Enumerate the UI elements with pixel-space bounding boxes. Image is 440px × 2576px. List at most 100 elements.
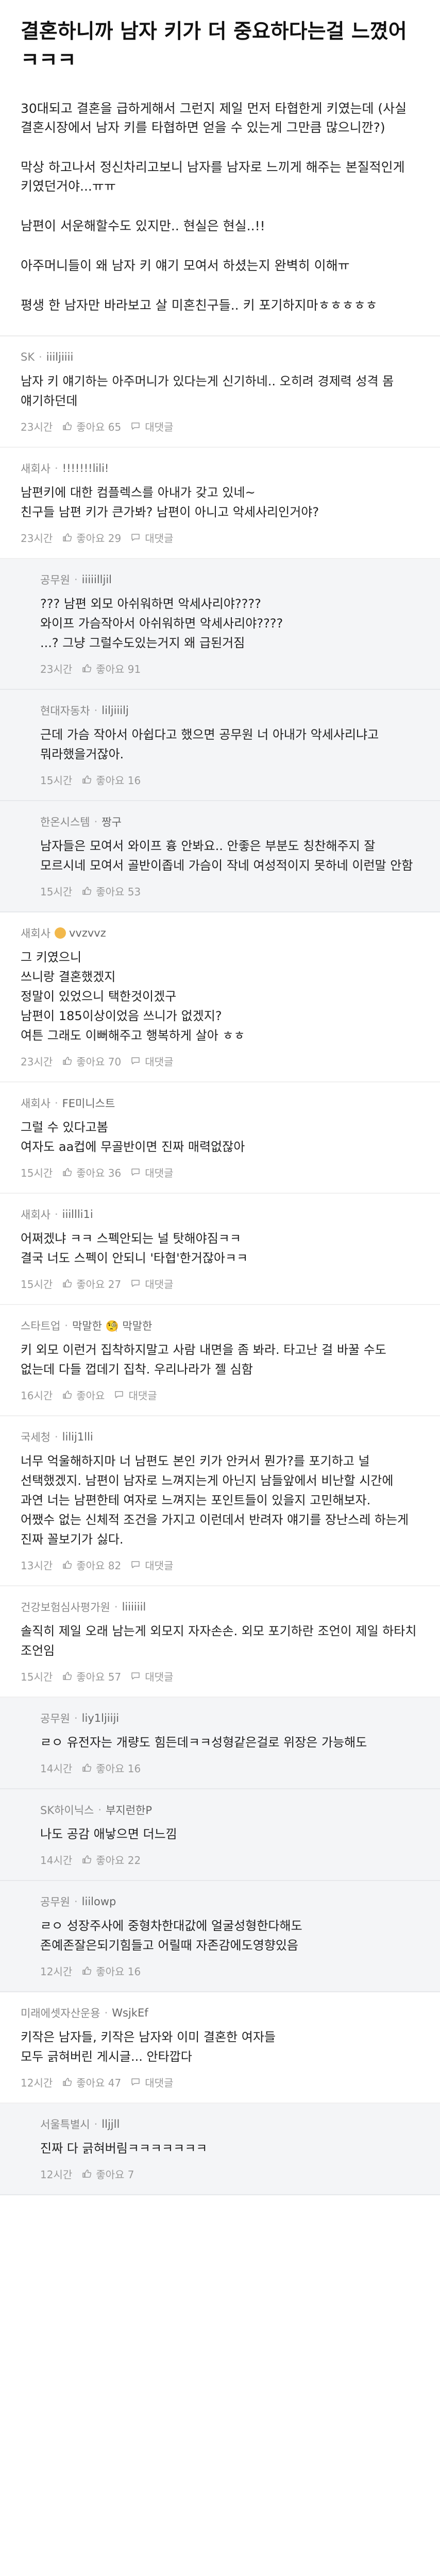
like-button[interactable]: 좋아요 22 <box>81 1852 141 1867</box>
like-button[interactable]: 좋아요 29 <box>62 530 121 545</box>
like-button[interactable]: 좋아요 16 <box>81 1963 141 1978</box>
comment-meta: 12시간 좋아요 47 대댓글 <box>21 2075 419 2089</box>
reply-button[interactable]: 대댓글 <box>130 1276 173 1291</box>
comment-text: 너무 억울해하지마 너 남편도 본인 키가 안커서 뭔가?를 포기하고 널 선택… <box>21 1454 409 1547</box>
reply-button[interactable]: 대댓글 <box>130 419 173 434</box>
author-nickname: iiiiilljil <box>81 573 112 586</box>
comment-text: 근데 가슴 작아서 아쉽다고 했으면 공무원 너 아내가 악세사리냐고 뭐라했을… <box>40 727 383 761</box>
like-count: 좋아요 16 <box>96 1965 141 1978</box>
like-button[interactable]: 좋아요 16 <box>81 772 141 787</box>
comment-author: 새회사 · !!!!!!!lili! <box>21 461 419 476</box>
comment-meta: 15시간 좋아요 57 대댓글 <box>21 1669 419 1683</box>
comment-meta: 12시간 좋아요 7 <box>40 2166 419 2181</box>
reply-label: 대댓글 <box>145 1055 174 1068</box>
author-company: 현대자동차 <box>40 705 90 717</box>
separator-dot: · <box>94 704 98 717</box>
thumbs-up-icon <box>81 2168 92 2179</box>
speech-bubble-icon <box>130 2077 141 2087</box>
author-company: 스타트업 <box>21 1320 61 1332</box>
thumbs-up-icon <box>62 1389 72 1400</box>
separator-dot: · <box>54 462 58 474</box>
reply-label: 대댓글 <box>145 532 174 545</box>
like-button[interactable]: 좋아요 <box>62 1387 105 1402</box>
like-button[interactable]: 좋아요 16 <box>81 1760 141 1775</box>
author-nickname: lilij1lli <box>62 1431 93 1443</box>
comment: 새회사 · FE미니스트 그럴 수 있다고봄 여자도 aa컵에 무골반이면 진짜… <box>0 1082 440 1194</box>
speech-bubble-icon <box>130 1056 141 1066</box>
reply-comment: 공무원 · liy1ljiiji ㄹㅇ 유전자는 개량도 힘든데ㅋㅋ성형같은걸로… <box>0 1698 440 1789</box>
like-button[interactable]: 좋아요 53 <box>81 884 141 899</box>
like-count: 좋아요 65 <box>76 420 122 433</box>
author-nickname: liiiiiil <box>122 1601 146 1613</box>
separator-dot: · <box>94 2118 98 2130</box>
thumbs-up-icon <box>62 1671 72 1681</box>
comment-meta: 15시간 좋아요 16 <box>40 772 419 787</box>
comment: SK · iiiljiiii 남자 키 얘기하는 아주머니가 있다는게 신기하네… <box>0 336 440 448</box>
like-button[interactable]: 좋아요 91 <box>81 661 141 676</box>
comment-meta: 23시간 좋아요 91 <box>40 661 419 675</box>
like-button[interactable]: 좋아요 65 <box>62 419 121 434</box>
author-company: 새회사 <box>21 927 50 940</box>
reply-button[interactable]: 대댓글 <box>114 1387 157 1402</box>
author-company: 국세청 <box>21 1431 50 1444</box>
comment-time: 15시간 <box>40 885 73 898</box>
post-title: 결혼하니까 남자 키가 더 중요하다는걸 느꼈어ㅋㅋㅋ <box>21 20 407 72</box>
comment-text: 키작은 남자들, 키작은 남자와 이미 결혼한 여자들 모두 긁혀버린 게시글.… <box>21 2030 276 2064</box>
thumbs-up-icon <box>81 1854 92 1865</box>
separator-dot: · <box>74 1712 78 1724</box>
thumbs-up-icon <box>62 421 72 431</box>
thumbs-up-icon <box>62 2077 72 2087</box>
comment-text: 키 외모 이런거 집착하지말고 사람 내면을 좀 봐라. 타고난 걸 바꿀 수도… <box>21 1343 391 1377</box>
comment-author: 서울특별시 · lljjll <box>40 2117 419 2131</box>
comment-time: 23시간 <box>21 1055 53 1068</box>
reply-button[interactable]: 대댓글 <box>130 1669 173 1684</box>
reply-button[interactable]: 대댓글 <box>130 530 173 545</box>
reply-label: 대댓글 <box>145 2076 174 2089</box>
comment-author: 건강보험심사평가원 · liiiiiil <box>21 1600 419 1614</box>
comment-time: 14시간 <box>40 1854 73 1867</box>
speech-bubble-icon <box>130 1167 141 1177</box>
thumbs-up-icon <box>81 886 92 896</box>
comment-text: 그 키였으니 쓰니랑 결혼했겠지 정말이 있었으니 택한것이겠구 남편이 185… <box>21 950 245 1043</box>
like-button[interactable]: 좋아요 70 <box>62 1054 121 1069</box>
like-button[interactable]: 좋아요 27 <box>62 1276 121 1291</box>
speech-bubble-icon <box>130 532 141 543</box>
comment-text: 어쩌겠냐 ㅋㅋ 스펙안되는 널 탓해야짐ㅋㅋ 결국 너도 스펙이 안되니 '타협… <box>21 1231 248 1265</box>
like-button[interactable]: 좋아요 47 <box>62 2075 121 2090</box>
separator-dot: · <box>54 1097 58 1109</box>
comment-author: SK · iiiljiiii <box>21 350 419 364</box>
speech-bubble-icon <box>130 421 141 431</box>
like-count: 좋아요 29 <box>76 532 122 545</box>
comment-author: 국세청 · lilij1lli <box>21 1430 419 1444</box>
reply-label: 대댓글 <box>145 1278 174 1291</box>
comment-time: 13시간 <box>21 1559 53 1572</box>
comment-text: 그럴 수 있다고봄 여자도 aa컵에 무골반이면 진짜 매력없잖아 <box>21 1120 245 1154</box>
author-nickname: liy1ljiiji <box>81 1712 120 1724</box>
comment-text: ㄹㅇ 성장주사에 중형차한대값에 얼굴성형한다해도 존예존잘은되기힘들고 어릴때… <box>40 1919 307 1953</box>
comment-time: 12시간 <box>21 2076 53 2089</box>
comment-author: 새회사 · iiillli1i <box>21 1207 419 1222</box>
author-nickname: iiillli1i <box>62 1208 93 1221</box>
comment-time: 15시간 <box>40 774 73 787</box>
comment-author: 공무원 · liilowp <box>40 1894 419 1909</box>
comment-text: 남자들은 모여서 와이프 흉 안봐요.. 안좋은 부분도 칭찬해주지 잘 모르시… <box>40 839 413 873</box>
reply-button[interactable]: 대댓글 <box>130 2075 173 2090</box>
reply-button[interactable]: 대댓글 <box>130 1557 173 1572</box>
like-button[interactable]: 좋아요 36 <box>62 1165 121 1180</box>
comment-time: 15시간 <box>21 1166 53 1179</box>
author-nickname: 부지런한P <box>106 1804 153 1817</box>
like-button[interactable]: 좋아요 57 <box>62 1669 121 1684</box>
separator-dot: · <box>74 1895 78 1908</box>
comment-meta: 23시간 좋아요 29 대댓글 <box>21 530 419 545</box>
speech-bubble-icon <box>130 1671 141 1681</box>
author-nickname: iiiljiiii <box>46 351 74 363</box>
like-button[interactable]: 좋아요 82 <box>62 1557 121 1572</box>
like-button[interactable]: 좋아요 7 <box>81 2166 134 2181</box>
comment-time: 23시간 <box>21 420 53 433</box>
comment: 새회사 · !!!!!!!lili! 남편키에 대한 컴플렉스를 아내가 갖고 … <box>0 448 440 559</box>
comment-text: 남편키에 대한 컴플렉스를 아내가 갖고 있네~ 친구들 남편 키가 큰가봐? … <box>21 485 319 519</box>
reply-button[interactable]: 대댓글 <box>130 1054 173 1069</box>
comment-list: SK · iiiljiiii 남자 키 얘기하는 아주머니가 있다는게 신기하네… <box>0 336 440 2195</box>
reply-button[interactable]: 대댓글 <box>130 1165 173 1180</box>
separator-dot: · <box>94 816 98 828</box>
